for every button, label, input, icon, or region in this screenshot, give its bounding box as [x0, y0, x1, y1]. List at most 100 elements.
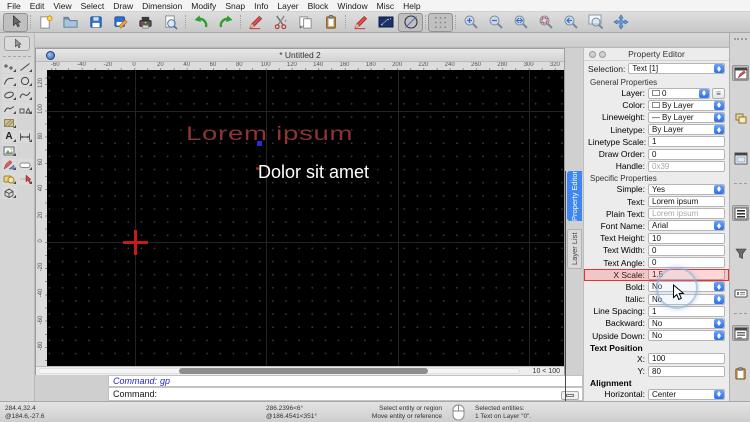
hatch-tools-button[interactable] [1, 116, 17, 129]
draw-pencil-button[interactable] [348, 13, 373, 32]
new-file-button[interactable] [33, 13, 58, 32]
panel-close-icon[interactable] [589, 51, 596, 58]
menu-item[interactable]: Layer [277, 1, 298, 11]
menu-item[interactable]: Info [254, 1, 268, 11]
color-select[interactable]: By Layer [648, 99, 725, 111]
zoom-out-button[interactable] [483, 13, 508, 32]
text-field[interactable]: Lorem ipsum [648, 196, 725, 208]
horizontal-scrollbar-thumb[interactable] [179, 368, 428, 374]
menu-item[interactable]: View [53, 1, 71, 11]
linetype-scale-field[interactable]: 1 [648, 136, 725, 148]
selection-select[interactable]: Text [1] [628, 63, 725, 74]
tab-property-editor[interactable]: Property Editor [567, 171, 582, 221]
upside-down-select[interactable]: No [648, 330, 725, 342]
selected-text-entity[interactable]: Lorem ipsum [186, 124, 353, 146]
menu-item[interactable]: Misc [377, 1, 394, 11]
zoom-selection-button[interactable] [533, 13, 558, 32]
save-button[interactable] [83, 13, 108, 32]
modify-tools-button[interactable] [1, 158, 17, 171]
paste-button[interactable] [318, 13, 343, 32]
point-tools-button[interactable] [1, 60, 17, 73]
simple-select[interactable]: Yes [648, 183, 725, 195]
shape-tools-button[interactable] [17, 102, 33, 115]
draw-order-field[interactable]: 0 [648, 148, 725, 160]
dimension-tools-button[interactable] [17, 130, 33, 143]
solid-tools-button[interactable] [1, 186, 17, 199]
ellipse-tools-button[interactable] [1, 88, 17, 101]
drawing-canvas[interactable]: Lorem ipsum Dolor sit amet [47, 70, 564, 366]
tab-layer-list[interactable]: Layer List [567, 229, 582, 269]
panel-splitter[interactable] [565, 171, 566, 401]
grid-toggle-button[interactable] [428, 12, 453, 32]
text-entity[interactable]: Dolor sit amet [258, 162, 369, 183]
font-name-select[interactable]: Arial [648, 220, 725, 232]
print-preview-button[interactable] [158, 13, 183, 32]
layer-select[interactable]: 0 [648, 87, 710, 99]
line-spacing-field[interactable]: 1 [648, 305, 725, 317]
reference-panel-button[interactable] [732, 150, 749, 166]
menu-item[interactable]: Edit [30, 1, 45, 11]
undo-button[interactable] [188, 13, 213, 32]
zoom-auto-button[interactable] [508, 13, 533, 32]
zoom-window-button[interactable] [583, 13, 608, 32]
menu-item[interactable]: Help [403, 1, 420, 11]
selection-handle[interactable] [257, 141, 262, 146]
explode-tools-button[interactable] [1, 172, 17, 185]
menu-item[interactable]: File [7, 1, 21, 11]
menu-item[interactable]: Dimension [142, 1, 182, 11]
widget-tool-button[interactable] [17, 158, 33, 171]
text-height-field[interactable]: 10 [648, 232, 725, 244]
blackboard-button[interactable] [373, 13, 398, 32]
layer-menu-button[interactable]: ≡ [712, 87, 725, 99]
italic-select[interactable]: No [648, 293, 725, 305]
print-button[interactable] [133, 13, 158, 32]
clipboard-panel-button[interactable] [732, 365, 749, 381]
polyline-tools-button[interactable] [1, 102, 17, 115]
menu-item[interactable]: Draw [113, 1, 133, 11]
command-input[interactable]: Command: [108, 387, 583, 401]
filter-panel-button[interactable] [732, 245, 749, 261]
zoom-previous-button[interactable] [558, 13, 583, 32]
open-file-button[interactable] [58, 13, 83, 32]
zoom-in-button[interactable] [458, 13, 483, 32]
redo-button[interactable] [213, 13, 238, 32]
position-x-field[interactable]: 100 [648, 353, 725, 365]
pan-button[interactable] [608, 13, 633, 32]
menu-item[interactable]: Modify [191, 1, 216, 11]
menu-item[interactable]: Block [308, 1, 329, 11]
panel-collapse-icon[interactable] [599, 51, 606, 58]
command-options-button[interactable] [561, 391, 579, 400]
edit-pencil-button[interactable] [243, 13, 268, 32]
image-tool-button[interactable] [1, 144, 17, 157]
menu-item[interactable]: Snap [225, 1, 245, 11]
draw-panel-button[interactable] [732, 65, 749, 81]
select-arrow-button[interactable] [3, 12, 28, 32]
bold-select[interactable]: No [648, 281, 725, 293]
line-tools-button[interactable] [17, 60, 33, 73]
linetype-select[interactable]: By Layer [648, 124, 725, 136]
menu-item[interactable]: Window [337, 1, 367, 11]
backward-select[interactable]: No [648, 317, 725, 329]
selection-arrow-tool[interactable] [4, 36, 30, 51]
text-angle-field[interactable]: 0 [648, 257, 725, 269]
arc-tools-button[interactable] [1, 74, 17, 87]
horizontal-alignment-select[interactable]: Center [648, 388, 725, 400]
menu-item[interactable]: Select [81, 1, 105, 11]
text-tool-button[interactable]: A [1, 130, 17, 143]
list-panel-button[interactable] [732, 205, 749, 221]
spline-tools-button[interactable] [17, 88, 33, 101]
snap-pointer-button[interactable] [17, 172, 33, 185]
cut-button[interactable]: + [268, 13, 293, 32]
block-list-button[interactable] [732, 110, 749, 126]
layer-panel-button[interactable] [732, 325, 749, 341]
copy-button[interactable]: + [293, 13, 318, 32]
x-scale-field[interactable]: 1.5 [648, 269, 725, 281]
dock-drag-handle[interactable] [734, 38, 747, 40]
tag-panel-button[interactable] [732, 285, 749, 301]
draft-mode-button[interactable] [398, 12, 423, 32]
save-as-button[interactable] [108, 13, 133, 32]
position-y-field[interactable]: 80 [648, 365, 725, 377]
text-width-field[interactable]: 0 [648, 244, 725, 256]
document-title-bar[interactable]: * Untitled 2 [36, 49, 564, 62]
circle-tools-button[interactable] [17, 74, 33, 87]
